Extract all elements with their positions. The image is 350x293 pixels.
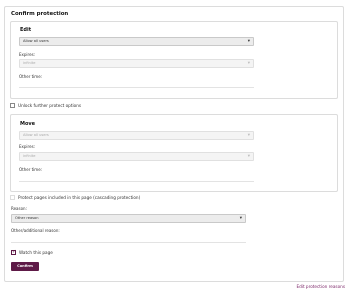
edit-title: Edit (20, 27, 32, 33)
other-reason-label: Other/additional reason: (11, 228, 60, 233)
edit-protection-reasons-link[interactable]: Edit protection reasons (296, 284, 345, 289)
edit-level-value: Allow all users (23, 39, 49, 43)
chevron-down-icon: ▾ (247, 61, 250, 66)
chevron-down-icon: ▾ (247, 133, 250, 138)
move-expires-label: Expires: (19, 144, 35, 149)
chevron-down-icon: ▾ (247, 154, 250, 159)
watch-checkbox[interactable] (11, 249, 16, 255)
edit-section: Edit Allow all users ▾ Expires: infinite… (10, 21, 338, 99)
move-title: Move (20, 121, 36, 127)
cascade-label: Protect pages included in this page (cas… (18, 195, 141, 200)
reason-label: Reason: (11, 206, 27, 211)
unlock-checkbox[interactable] (10, 103, 15, 108)
confirm-button[interactable]: Confirm (11, 262, 39, 271)
move-other-time-input[interactable] (19, 175, 254, 182)
chevron-down-icon: ▾ (247, 39, 250, 44)
move-level-select[interactable]: Allow all users ▾ (19, 131, 254, 140)
chevron-down-icon: ▾ (239, 216, 242, 221)
move-level-value: Allow all users (23, 133, 49, 137)
edit-expires-label: Expires: (19, 52, 35, 57)
unlock-label: Unlock further protect options (18, 103, 82, 108)
move-expires-value: infinite (23, 154, 36, 158)
edit-expires-value: infinite (23, 61, 36, 65)
watch-label: Watch this page (19, 250, 53, 255)
edit-expires-select[interactable]: infinite ▾ (19, 59, 254, 68)
reason-select[interactable]: Other reason ▾ (11, 214, 246, 223)
edit-other-time-label: Other time: (19, 74, 43, 79)
move-expires-select[interactable]: infinite ▾ (19, 152, 254, 161)
move-other-time-label: Other time: (19, 167, 43, 172)
cascade-checkbox[interactable] (10, 195, 15, 200)
reason-value: Other reason (15, 216, 39, 220)
edit-other-time-input[interactable] (19, 81, 254, 88)
fieldset-legend: Confirm protection (11, 11, 69, 17)
edit-level-select[interactable]: Allow all users ▾ (19, 37, 254, 46)
other-reason-input[interactable] (11, 236, 246, 243)
move-section: Move Allow all users ▾ Expires: infinite… (10, 114, 338, 192)
